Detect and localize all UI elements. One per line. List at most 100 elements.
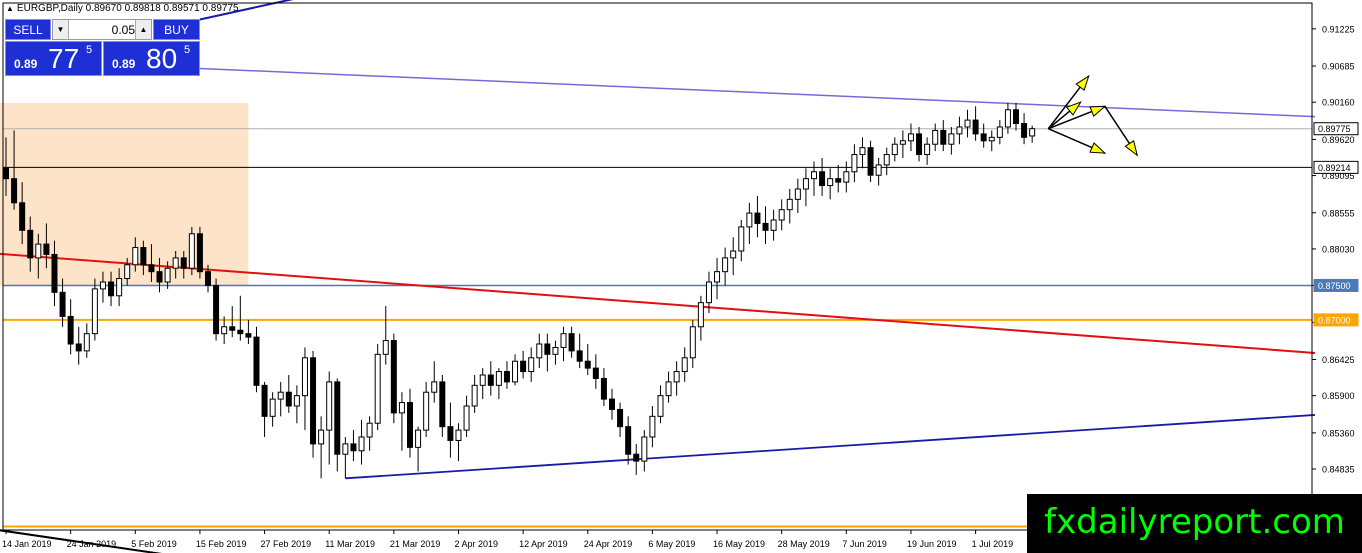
candle-bullish[interactable]	[714, 271, 721, 283]
candle-bullish[interactable]	[293, 395, 300, 407]
candle-bullish[interactable]	[91, 288, 98, 335]
candle-bullish[interactable]	[318, 429, 325, 445]
candle-bearish[interactable]	[3, 167, 9, 180]
candle-bullish[interactable]	[366, 422, 373, 438]
candle-bullish[interactable]	[746, 212, 753, 228]
candle-bullish[interactable]	[124, 264, 131, 280]
collapse-triangle-icon[interactable]: ▲	[6, 4, 14, 13]
candle-bearish[interactable]	[584, 360, 591, 369]
candle-bullish[interactable]	[649, 415, 656, 438]
candle-bearish[interactable]	[196, 233, 203, 273]
candle-bullish[interactable]	[326, 381, 333, 431]
candle-bullish[interactable]	[423, 391, 430, 431]
candle-bullish[interactable]	[770, 219, 777, 231]
candle-bearish[interactable]	[237, 329, 244, 335]
candle-bullish[interactable]	[794, 188, 801, 200]
candle-bearish[interactable]	[11, 178, 18, 204]
candle-bearish[interactable]	[156, 271, 163, 283]
candle-bullish[interactable]	[536, 343, 543, 359]
candle-bearish[interactable]	[600, 377, 607, 400]
candle-bearish[interactable]	[75, 343, 82, 352]
candle-bullish[interactable]	[277, 391, 284, 400]
candle-bullish[interactable]	[463, 405, 470, 431]
lot-size-input[interactable]	[69, 21, 135, 38]
candle-bullish[interactable]	[996, 126, 1003, 138]
candle-bearish[interactable]	[520, 360, 527, 373]
candle-bullish[interactable]	[827, 178, 834, 187]
candle-bearish[interactable]	[180, 257, 187, 269]
candle-bearish[interactable]	[245, 333, 252, 338]
candle-bearish[interactable]	[916, 133, 923, 156]
candle-bearish[interactable]	[390, 340, 397, 414]
candle-bullish[interactable]	[778, 209, 785, 221]
candle-bullish[interactable]	[512, 360, 519, 383]
candle-bearish[interactable]	[205, 271, 211, 286]
candle-bearish[interactable]	[972, 119, 979, 135]
candle-bullish[interactable]	[802, 178, 809, 190]
candle-bearish[interactable]	[754, 212, 761, 224]
lot-decrease-icon[interactable]: ▼	[53, 20, 69, 39]
candle-bullish[interactable]	[924, 143, 931, 156]
price-chart[interactable]: 0.912250.906850.901600.896200.890950.885…	[0, 0, 1362, 553]
candle-bullish[interactable]	[689, 326, 696, 359]
candle-bearish[interactable]	[229, 326, 236, 331]
candle-bearish[interactable]	[59, 291, 66, 317]
candle-bearish[interactable]	[447, 426, 454, 441]
candle-bullish[interactable]	[455, 429, 462, 441]
trendline-purple[interactable]	[199, 67, 1315, 118]
candle-bullish[interactable]	[899, 140, 906, 145]
trendline-blue[interactable]	[345, 414, 1316, 480]
candle-bullish[interactable]	[843, 171, 850, 183]
candle-bullish[interactable]	[907, 133, 914, 142]
candle-bullish[interactable]	[859, 147, 866, 156]
candle-bearish[interactable]	[27, 229, 34, 259]
candle-bullish[interactable]	[956, 126, 963, 135]
candle-bullish[interactable]	[269, 398, 276, 417]
candle-bullish[interactable]	[116, 278, 123, 297]
candle-bullish[interactable]	[786, 198, 793, 211]
buy-price-quote[interactable]: 0.89 80 5	[103, 41, 200, 76]
candle-bullish[interactable]	[730, 250, 737, 259]
candle-bullish[interactable]	[471, 384, 478, 407]
candle-bearish[interactable]	[633, 453, 640, 462]
candle-bullish[interactable]	[164, 267, 171, 283]
candle-bullish[interactable]	[948, 133, 955, 145]
candle-bullish[interactable]	[681, 357, 688, 373]
candle-bullish[interactable]	[657, 395, 664, 417]
candle-bullish[interactable]	[382, 340, 389, 355]
candle-bullish[interactable]	[988, 136, 995, 142]
candle-bullish[interactable]	[1004, 109, 1011, 128]
candle-bearish[interactable]	[334, 381, 341, 455]
sell-price-quote[interactable]: 0.89 77 5	[5, 41, 102, 76]
candle-bearish[interactable]	[568, 333, 575, 352]
candle-bullish[interactable]	[221, 326, 228, 335]
lot-increase-icon[interactable]: ▲	[135, 20, 151, 39]
candle-bullish[interactable]	[431, 381, 438, 393]
candle-bearish[interactable]	[867, 147, 874, 176]
candle-bullish[interactable]	[415, 429, 422, 448]
candle-bearish[interactable]	[407, 402, 413, 448]
candle-bearish[interactable]	[940, 129, 947, 145]
candle-bullish[interactable]	[851, 154, 858, 173]
candle-bearish[interactable]	[609, 398, 615, 410]
candle-bearish[interactable]	[67, 315, 74, 345]
candle-bearish[interactable]	[544, 343, 551, 355]
candle-bullish[interactable]	[188, 233, 195, 269]
candle-bullish[interactable]	[552, 346, 559, 355]
candle-bullish[interactable]	[342, 443, 349, 455]
candle-bearish[interactable]	[1021, 123, 1028, 138]
candle-bearish[interactable]	[213, 284, 220, 335]
candle-bullish[interactable]	[495, 371, 502, 386]
candle-bullish[interactable]	[697, 302, 704, 328]
candle-bearish[interactable]	[285, 391, 292, 407]
candle-bullish[interactable]	[883, 154, 890, 166]
candle-bearish[interactable]	[148, 264, 155, 273]
candle-bearish[interactable]	[625, 426, 632, 455]
candle-bullish[interactable]	[722, 257, 729, 273]
candle-bullish[interactable]	[705, 281, 712, 304]
candle-bullish[interactable]	[99, 281, 106, 290]
candle-bullish[interactable]	[528, 357, 535, 373]
candle-bearish[interactable]	[43, 243, 50, 255]
candle-bearish[interactable]	[762, 222, 769, 231]
candle-bullish[interactable]	[811, 171, 817, 180]
